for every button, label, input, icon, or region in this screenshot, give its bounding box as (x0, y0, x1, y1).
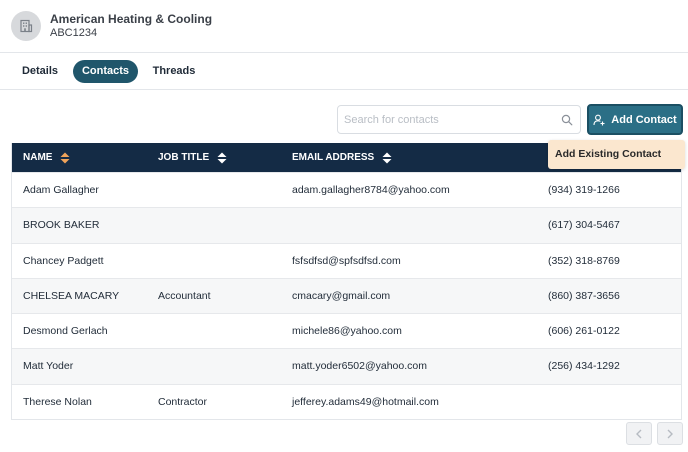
chevron-left-icon (636, 429, 642, 438)
contact-email: adam.gallagher8784@yahoo.com (292, 184, 450, 196)
table-row[interactable]: Adam Gallagher adam.gallagher8784@yahoo.… (12, 172, 681, 207)
tab-contacts[interactable]: Contacts (73, 60, 138, 83)
contact-job-title: Contractor (158, 395, 208, 408)
contact-email: cmacary@gmail.com (292, 289, 391, 302)
search-icon[interactable] (561, 114, 573, 126)
chevron-right-icon (667, 429, 673, 438)
add-contact-label: Add Contact (611, 113, 677, 126)
previous-page-button[interactable] (626, 422, 652, 445)
contact-name: Matt Yoder (23, 360, 74, 373)
contact-name: Desmond Gerlach (23, 325, 108, 338)
contact-name: Adam Gallagher (23, 184, 99, 196)
contact-phone: (617) 304-5467 (548, 219, 620, 232)
contact-email: jefferey.adams49@hotmail.com (292, 395, 439, 408)
add-existing-contact-menu-item[interactable]: Add Existing Contact (548, 140, 685, 169)
contact-phone: (606) 261-0122 (548, 325, 620, 338)
tab-threads[interactable]: Threads (145, 60, 203, 83)
table-row[interactable]: Matt Yoder matt.yoder6502@yahoo.com (256… (12, 348, 681, 384)
add-contact-button[interactable]: Add Contact (587, 104, 683, 135)
contact-email: fsfsdfsd@spfsdfsd.com (292, 254, 401, 267)
table-row[interactable]: Desmond Gerlach michele86@yahoo.com (606… (12, 313, 681, 348)
sort-icon[interactable] (60, 152, 70, 164)
column-label-name: NAME (23, 152, 53, 163)
company-name: American Heating & Cooling (50, 12, 213, 26)
column-header-job-title[interactable]: JOB TITLE (158, 143, 227, 172)
contact-name: Chancey Padgett (23, 254, 104, 267)
building-icon (20, 19, 33, 33)
contact-name: CHELSEA MACARY (23, 289, 120, 302)
company-code: ABC1234 (50, 27, 98, 39)
tab-details[interactable]: Details (12, 60, 68, 83)
contact-phone: (934) 319-1266 (548, 184, 620, 196)
next-page-button[interactable] (657, 422, 683, 445)
sort-icon[interactable] (382, 152, 392, 164)
tab-bar: Details Contacts Threads (0, 53, 688, 90)
search-box (337, 105, 581, 134)
contact-name: BROOK BAKER (23, 219, 100, 232)
contact-name: Therese Nolan (23, 395, 92, 408)
add-user-icon (593, 114, 605, 125)
avatar (11, 11, 41, 41)
contact-phone: (256) 434-1292 (548, 360, 620, 373)
contacts-table: NAME JOB TITLE EMAIL ADDRESS Adam Gallag… (11, 143, 682, 421)
column-header-name[interactable]: NAME (23, 143, 70, 172)
column-label-email: EMAIL ADDRESS (292, 152, 375, 163)
table-row[interactable]: Therese Nolan Contractor jefferey.adams4… (12, 383, 681, 419)
table-row[interactable]: BROOK BAKER (617) 304-5467 (12, 207, 681, 243)
contact-job-title: Accountant (158, 289, 211, 302)
contact-phone: (352) 318-8769 (548, 254, 620, 267)
sort-icon[interactable] (217, 152, 227, 164)
table-row[interactable]: CHELSEA MACARY Accountant cmacary@gmail.… (12, 277, 681, 314)
table-row[interactable]: Chancey Padgett fsfsdfsd@spfsdfsd.com (3… (12, 242, 681, 278)
column-label-job-title: JOB TITLE (158, 152, 210, 163)
search-input[interactable] (338, 106, 548, 133)
column-header-email[interactable]: EMAIL ADDRESS (292, 143, 392, 172)
contact-email: michele86@yahoo.com (292, 325, 402, 338)
contact-email: matt.yoder6502@yahoo.com (292, 360, 427, 373)
contact-phone: (860) 387-3656 (548, 289, 620, 302)
company-header: American Heating & Cooling ABC1234 (0, 0, 688, 53)
